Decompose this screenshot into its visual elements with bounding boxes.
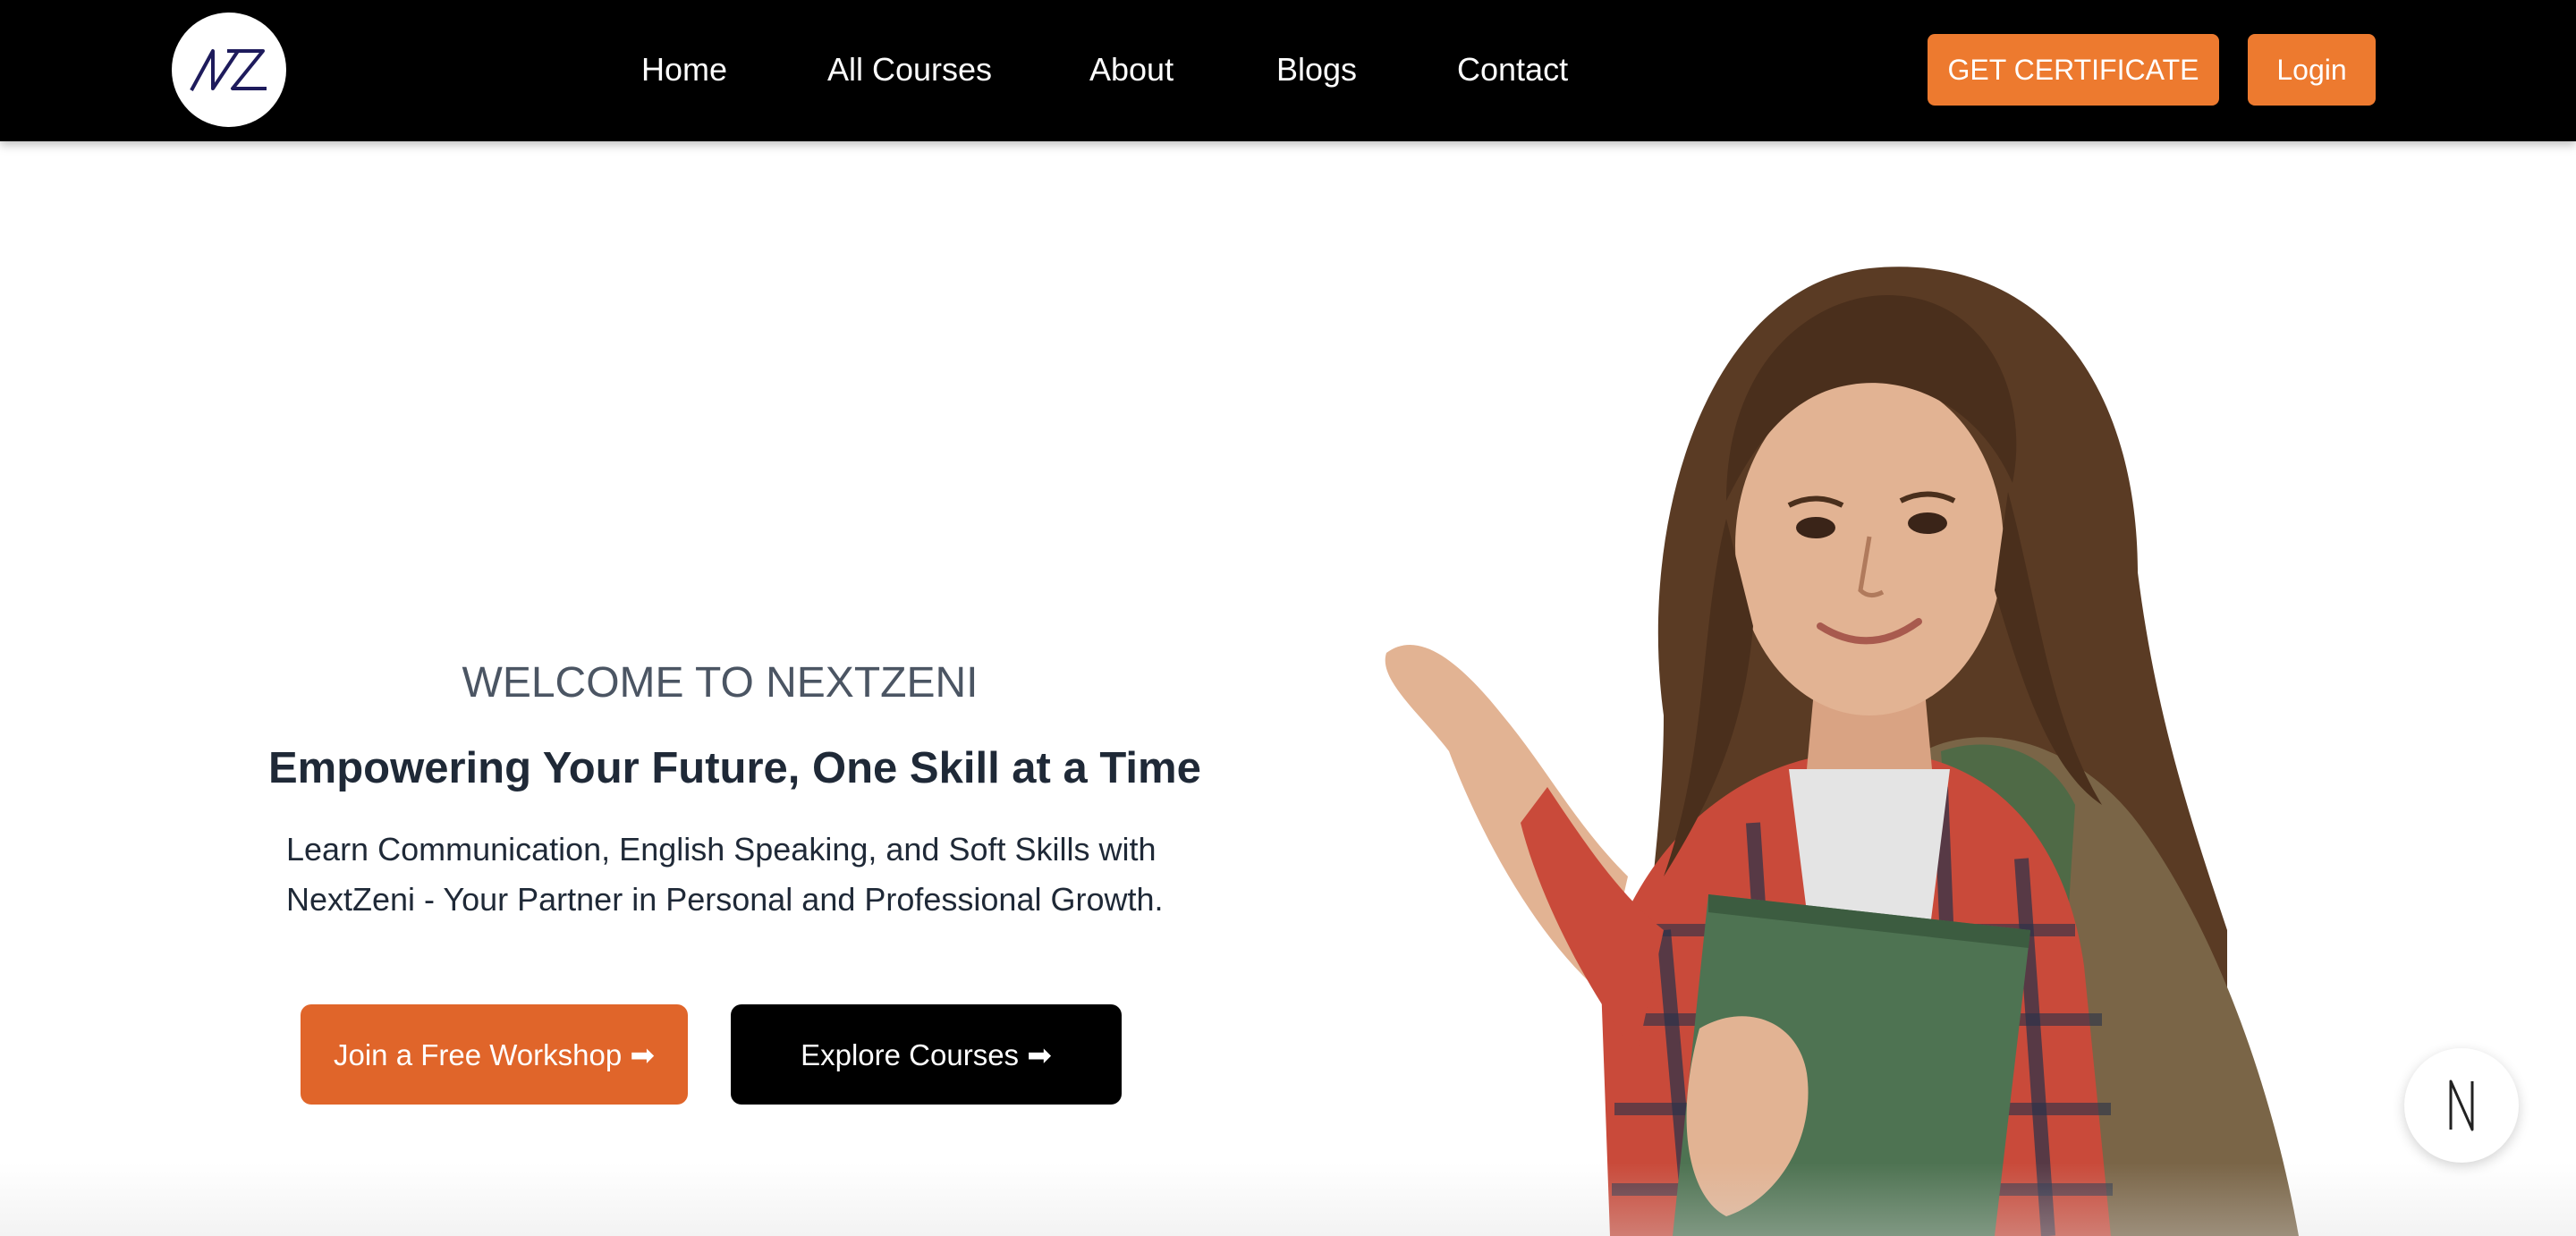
get-certificate-button[interactable]: GET CERTIFICATE: [1928, 34, 2219, 106]
student-girl-pointing-photo: [1385, 267, 2299, 1236]
n-logo-icon: [2449, 1079, 2474, 1131]
nav-home[interactable]: Home: [641, 48, 727, 91]
chat-widget-button[interactable]: [2404, 1048, 2519, 1163]
nav-about[interactable]: About: [1089, 48, 1174, 91]
explore-courses-button[interactable]: Explore Courses ➡: [731, 1004, 1122, 1105]
join-workshop-button[interactable]: Join a Free Workshop ➡: [301, 1004, 688, 1105]
nav-blogs[interactable]: Blogs: [1276, 48, 1357, 91]
nav-contact[interactable]: Contact: [1457, 48, 1568, 91]
welcome-heading: WELCOME TO NEXTZENI: [462, 659, 979, 707]
hero-headline: Empowering Your Future, One Skill at a T…: [268, 744, 1201, 792]
top-navbar: Home All Courses About Blogs Contact GET…: [0, 0, 2576, 141]
login-button[interactable]: Login: [2248, 34, 2376, 106]
nav-all-courses[interactable]: All Courses: [827, 48, 992, 91]
hero-description: Learn Communication, English Speaking, a…: [286, 831, 1164, 918]
